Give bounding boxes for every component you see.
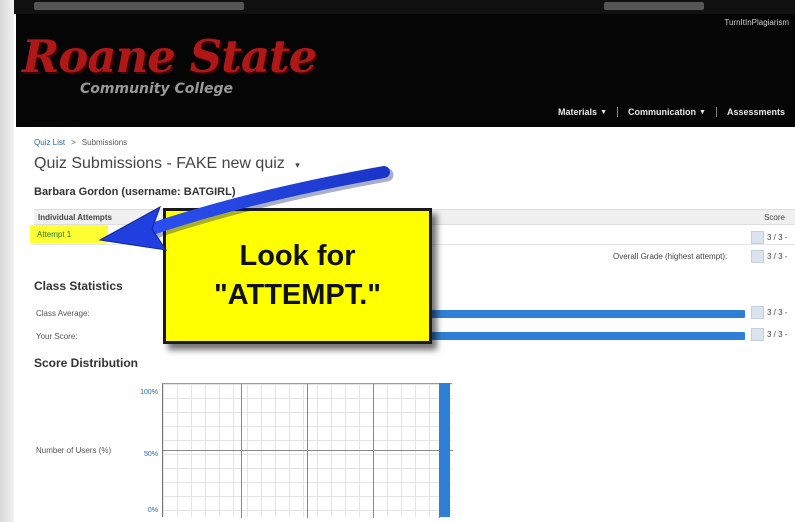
score-box: [751, 250, 764, 263]
main-nav: Materials ▼ Communication ▼ Assessments: [548, 107, 795, 117]
chart-gridline: [373, 384, 374, 518]
y-tick-100: 100%: [140, 389, 158, 396]
callout-line-1: Look for: [239, 239, 356, 272]
your-score-value: 3 / 3 -: [767, 330, 788, 339]
site-header: TurnItInPlagiarism Roane State Community…: [16, 14, 795, 127]
outer-frame-left: [0, 0, 14, 522]
chart-gridline: [307, 384, 308, 518]
y-tick-0: 0%: [147, 507, 158, 514]
page-title: Quiz Submissions - FAKE new quiz ▾: [34, 155, 300, 173]
college-logo[interactable]: Roane State Community College: [22, 30, 317, 97]
attempt-1-link[interactable]: Attempt 1: [37, 230, 71, 239]
nav-materials-label: Materials: [558, 107, 598, 117]
score-distribution-heading: Score Distribution: [34, 356, 139, 370]
callout-text: Look for "ATTEMPT.": [214, 237, 381, 315]
blurred-toolbar-icons: [604, 2, 704, 10]
blurred-tab-text: [34, 2, 244, 10]
class-average-score: 3 / 3 -: [767, 308, 788, 317]
score-box: [751, 231, 764, 244]
attempt-1-score: 3 / 3 -: [767, 233, 788, 242]
score-box: [751, 306, 764, 319]
chart-gridline: [163, 450, 453, 451]
chart-gridline: [241, 384, 242, 518]
nav-assessments[interactable]: Assessments: [715, 107, 795, 117]
class-average-bar: [431, 310, 745, 318]
class-statistics-heading: Class Statistics: [34, 279, 123, 293]
callout-box: Look for "ATTEMPT.": [163, 208, 432, 344]
your-score-bar: [431, 332, 745, 340]
breadcrumb-current: Submissions: [81, 138, 128, 147]
y-axis-label: Number of Users (%): [36, 446, 112, 455]
page-title-text: Quiz Submissions - FAKE new quiz: [34, 155, 285, 172]
overall-grade-score: 3 / 3 -: [767, 252, 788, 261]
nav-communication[interactable]: Communication ▼: [617, 107, 716, 117]
nav-assessments-label: Assessments: [726, 107, 785, 117]
chevron-down-icon: ▼: [699, 108, 706, 116]
student-name: Barbara Gordon (username: BATGIRL): [34, 186, 236, 198]
breadcrumb: Quiz List > Submissions: [34, 138, 127, 147]
col-header-attempts: Individual Attempts: [38, 213, 112, 222]
logo-subtitle: Community College: [80, 81, 233, 97]
breadcrumb-separator: >: [71, 138, 76, 147]
breadcrumb-quiz-list[interactable]: Quiz List: [34, 138, 65, 147]
logo-wordmark: Roane State: [22, 30, 317, 83]
header-user-label[interactable]: TurnItInPlagiarism: [724, 18, 789, 27]
your-score-label: Your Score:: [36, 332, 78, 341]
score-distribution-chart: [162, 383, 453, 518]
col-header-score: Score: [764, 213, 785, 222]
chevron-down-icon: ▼: [600, 108, 607, 116]
distribution-bar: [439, 383, 450, 517]
browser-top-strip: [14, 0, 795, 14]
title-dropdown-icon[interactable]: ▾: [295, 160, 300, 170]
callout-line-2: "ATTEMPT.": [213, 279, 382, 311]
nav-materials[interactable]: Materials ▼: [548, 107, 617, 117]
y-tick-50: 50%: [143, 451, 158, 458]
overall-grade-label: Overall Grade (highest attempt):: [613, 252, 728, 261]
nav-communication-label: Communication: [628, 107, 697, 117]
score-box: [751, 328, 764, 341]
class-average-label: Class Average:: [36, 309, 90, 318]
